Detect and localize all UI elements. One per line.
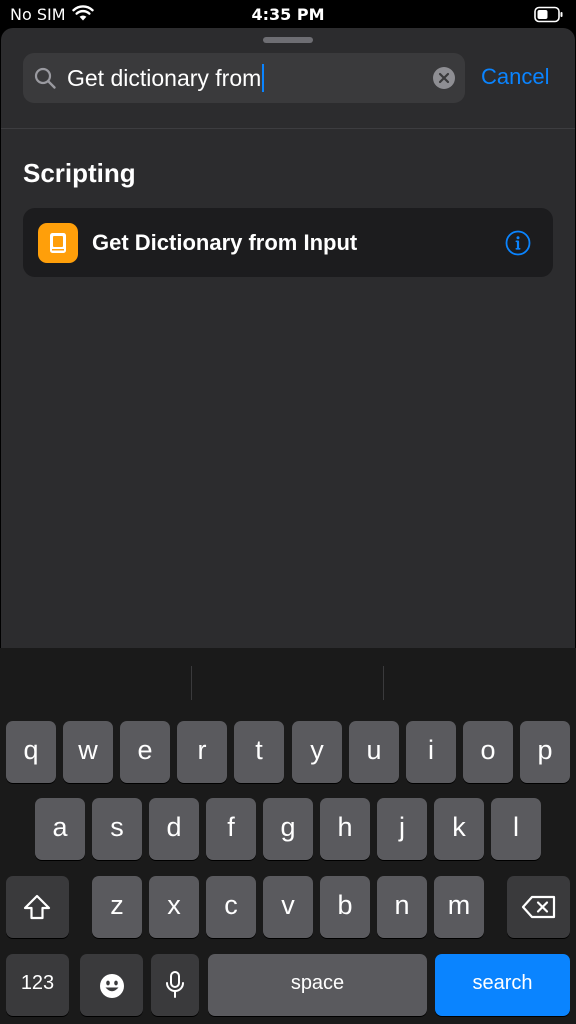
cancel-button[interactable]: Cancel xyxy=(481,64,549,90)
key-b[interactable]: b xyxy=(320,876,370,938)
key-k[interactable]: k xyxy=(434,798,484,860)
key-u[interactable]: u xyxy=(349,721,399,783)
shift-icon xyxy=(23,894,51,920)
action-result-row[interactable]: Get Dictionary from Input xyxy=(23,208,553,277)
text-caret xyxy=(262,64,265,92)
key-e[interactable]: e xyxy=(120,721,170,783)
sheet-grabber[interactable] xyxy=(263,37,313,43)
section-title: Scripting xyxy=(23,158,136,188)
key-m[interactable]: m xyxy=(434,876,484,938)
emoji-icon xyxy=(100,974,124,998)
suggestion-divider xyxy=(383,666,384,700)
search-icon xyxy=(34,67,56,89)
search-key[interactable]: search xyxy=(435,954,570,1016)
key-c[interactable]: c xyxy=(206,876,256,938)
key-q[interactable]: q xyxy=(6,721,56,783)
action-label: Get Dictionary from Input xyxy=(92,230,358,255)
key-l[interactable]: l xyxy=(491,798,541,860)
numbers-key[interactable]: 123 xyxy=(6,954,69,1016)
key-y[interactable]: y xyxy=(292,721,342,783)
key-a[interactable]: a xyxy=(35,798,85,860)
key-p[interactable]: p xyxy=(520,721,570,783)
action-search-sheet: Get dictionary from Cancel Scripting Get… xyxy=(1,28,575,648)
scripting-dictionary-icon xyxy=(38,223,78,263)
shift-key[interactable] xyxy=(6,876,69,938)
key-i[interactable]: i xyxy=(406,721,456,783)
key-n[interactable]: n xyxy=(377,876,427,938)
delete-key[interactable] xyxy=(507,876,570,938)
dictionary-glyph-icon xyxy=(50,233,66,253)
microphone-icon xyxy=(166,971,184,998)
status-bar: No SIM 4:35 PM xyxy=(0,0,576,30)
clock: 4:35 PM xyxy=(251,5,325,24)
key-w[interactable]: w xyxy=(63,721,113,783)
key-s[interactable]: s xyxy=(92,798,142,860)
key-f[interactable]: f xyxy=(206,798,256,860)
key-v[interactable]: v xyxy=(263,876,313,938)
search-field[interactable]: Get dictionary from xyxy=(23,53,465,103)
key-g[interactable]: g xyxy=(263,798,313,860)
key-z[interactable]: z xyxy=(92,876,142,938)
key-x[interactable]: x xyxy=(149,876,199,938)
key-t[interactable]: t xyxy=(234,721,284,783)
search-input[interactable]: Get dictionary from xyxy=(67,64,265,92)
key-r[interactable]: r xyxy=(177,721,227,783)
key-h[interactable]: h xyxy=(320,798,370,860)
search-query-text: Get dictionary from xyxy=(67,65,262,91)
space-key[interactable]: space xyxy=(208,954,427,1016)
emoji-key[interactable] xyxy=(80,954,143,1016)
screen: No SIM 4:35 PM Get dictionary from Cance… xyxy=(0,0,576,1024)
backspace-icon xyxy=(521,895,556,919)
key-j[interactable]: j xyxy=(377,798,427,860)
suggestion-divider xyxy=(191,666,192,700)
info-icon[interactable] xyxy=(505,230,531,256)
key-d[interactable]: d xyxy=(149,798,199,860)
clear-search-icon[interactable] xyxy=(433,67,455,89)
header-divider xyxy=(1,128,575,129)
dictation-key[interactable] xyxy=(151,954,199,1016)
keyboard: q w e r t y u i o p a s d f g h j k l z … xyxy=(0,648,576,1024)
battery-icon xyxy=(534,6,563,23)
key-o[interactable]: o xyxy=(463,721,513,783)
